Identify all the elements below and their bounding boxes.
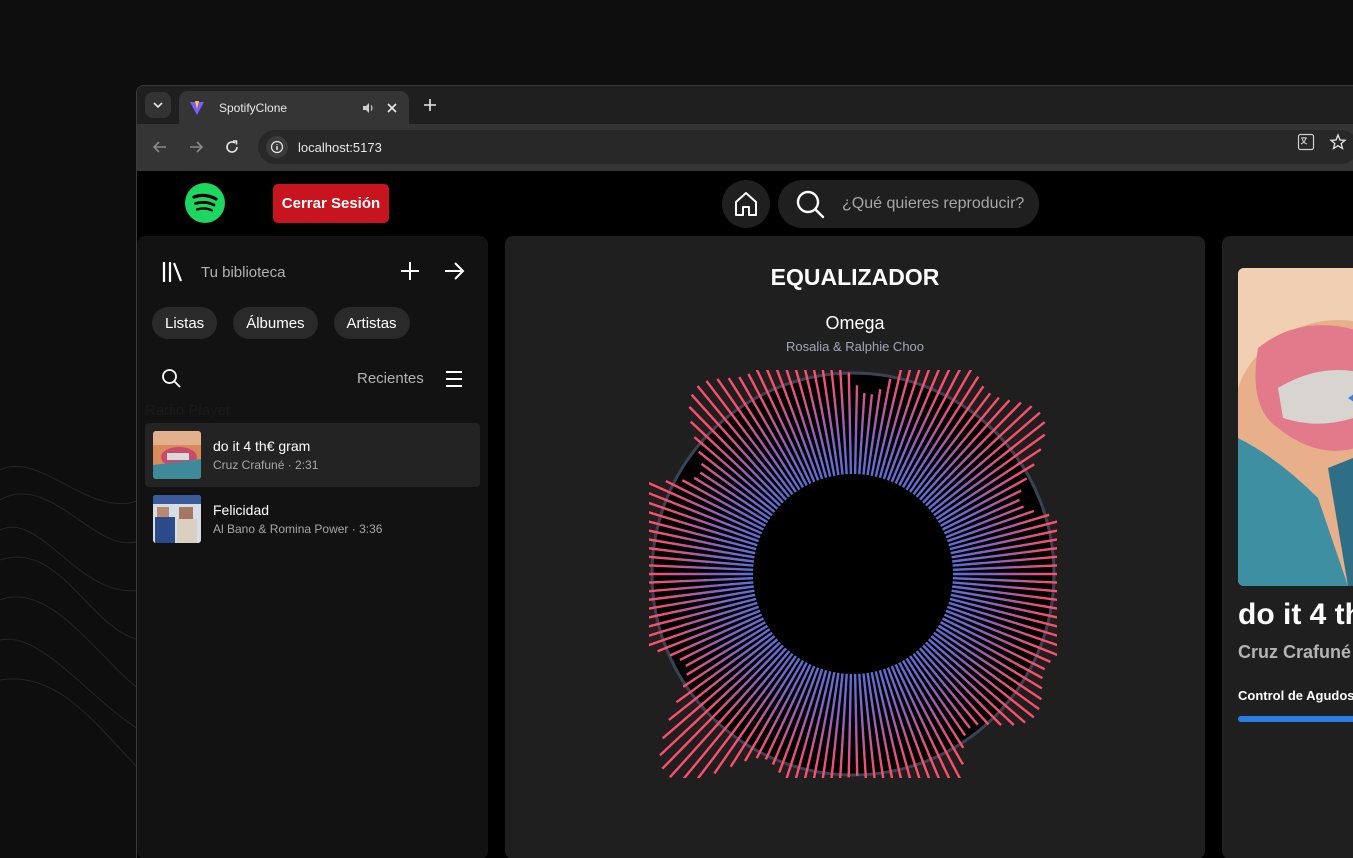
radial-equalizer: [649, 370, 1057, 778]
album-cover: [153, 495, 201, 543]
sort-recent-button[interactable]: Recientes: [357, 370, 424, 387]
album-cover: [153, 431, 201, 479]
equalizer-song-artist: Rosalia & Ralphie Choo: [785, 339, 925, 354]
library-track[interactable]: do it 4 th€ gram Cruz Crafuné · 2:31: [145, 423, 480, 487]
plus-icon[interactable]: [421, 96, 439, 114]
site-info-icon[interactable]: [266, 136, 288, 158]
equalizer-title: EQUALIZADOR: [770, 264, 940, 290]
library-sidebar: Tu biblioteca Listas Álbumes Artistas Re…: [137, 236, 488, 858]
spotify-app: Cerrar Sesión Tu biblioteca: [137, 171, 1353, 858]
equalizer-song-title: Omega: [825, 313, 885, 333]
equalizer-center: [754, 475, 952, 673]
tab-search-button[interactable]: [145, 92, 171, 118]
radio-player-label: Radio Player: [145, 402, 231, 419]
translate-icon[interactable]: [1297, 133, 1315, 151]
spotify-logo-icon[interactable]: [185, 183, 225, 223]
vite-icon: [190, 100, 204, 115]
now-playing-panel: do it 4 th€ gram Cruz Crafuné Control de…: [1222, 236, 1353, 858]
search-icon[interactable]: [161, 368, 181, 388]
tab-bar: SpotifyClone: [137, 86, 1353, 124]
browser-window: SpotifyClone localhost:5173 Cerrar Sesió…: [136, 85, 1353, 858]
home-button[interactable]: [722, 180, 770, 228]
chevron-down-icon: [153, 102, 163, 109]
search-input[interactable]: [842, 195, 1032, 213]
close-icon[interactable]: [385, 101, 399, 115]
plus-icon[interactable]: [399, 260, 421, 282]
library-track[interactable]: Felicidad Al Bano & Romina Power · 3:36: [145, 487, 480, 551]
address-url: localhost:5173: [298, 139, 382, 155]
treble-slider[interactable]: [1238, 716, 1353, 722]
list-view-icon[interactable]: [443, 368, 465, 390]
filter-chip-listas[interactable]: Listas: [152, 307, 218, 339]
now-playing-title: do it 4 th€ gram: [1238, 598, 1353, 631]
equalizer-panel: EQUALIZADOR Omega Rosalia & Ralphie Choo: [505, 236, 1205, 858]
reload-icon[interactable]: [223, 138, 241, 156]
track-subtitle: Al Bano & Romina Power · 3:36: [213, 522, 383, 536]
library-title: Tu biblioteca: [201, 263, 286, 281]
now-playing-cover: [1238, 268, 1353, 586]
arrow-right-icon[interactable]: [443, 260, 465, 282]
library-header[interactable]: Tu biblioteca: [161, 260, 286, 284]
search-icon: [796, 190, 825, 219]
treble-control-label: Control de Agudos: [1238, 688, 1353, 703]
home-icon: [735, 192, 757, 216]
forward-arrow-icon[interactable]: [187, 138, 205, 156]
back-arrow-icon[interactable]: [151, 138, 169, 156]
address-bar[interactable]: localhost:5173: [258, 130, 1353, 164]
browser-tab[interactable]: SpotifyClone: [179, 91, 409, 124]
track-title: Felicidad: [213, 502, 270, 518]
track-subtitle: Cruz Crafuné · 2:31: [213, 458, 319, 472]
speaker-icon[interactable]: [361, 101, 375, 115]
now-playing-artist: Cruz Crafuné: [1238, 642, 1352, 662]
browser-toolbar: localhost:5173: [137, 124, 1353, 171]
library-filters: Listas Álbumes Artistas: [152, 307, 410, 339]
star-icon[interactable]: [1329, 133, 1347, 151]
filter-chip-albumes[interactable]: Álbumes: [233, 307, 318, 339]
tab-title: SpotifyClone: [219, 100, 288, 115]
filter-chip-artistas[interactable]: Artistas: [333, 307, 410, 339]
library-icon: [162, 262, 183, 282]
track-title: do it 4 th€ gram: [213, 438, 311, 454]
search-bar[interactable]: [778, 180, 1039, 228]
treble-slider-fill: [1238, 716, 1353, 722]
logout-button[interactable]: Cerrar Sesión: [273, 184, 389, 223]
